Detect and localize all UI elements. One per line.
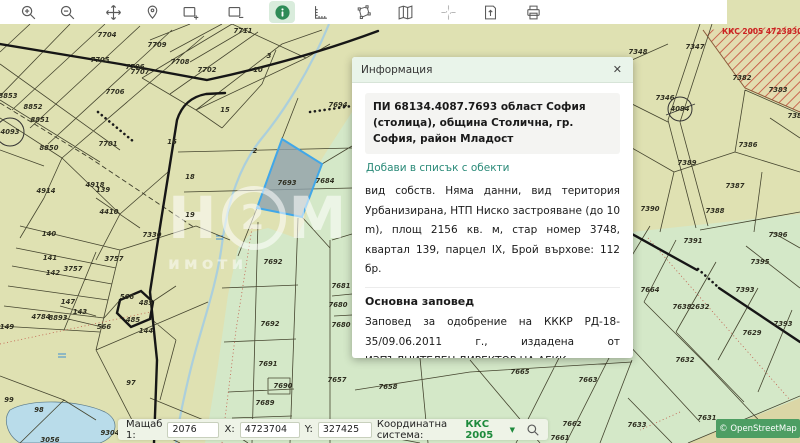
parcel-details: вид собств. Няма данни, вид територия Ур…: [365, 182, 620, 279]
order-text: Заповед за одобрение на КККР РД-18-35/09…: [365, 313, 620, 358]
map-layers-button[interactable]: [392, 1, 418, 23]
location-pin-icon: [144, 4, 161, 21]
info-panel: Информация ✕ ПИ 68134.4087.7693 област С…: [352, 57, 633, 358]
zoom-rect-in-icon: [182, 4, 199, 21]
info-button[interactable]: [269, 1, 295, 23]
coordinates-icon: [440, 4, 457, 21]
zoom-out-icon: [59, 4, 76, 21]
search-button[interactable]: [526, 423, 540, 437]
zoom-rect-in-button[interactable]: [177, 1, 203, 23]
info-icon: [274, 4, 291, 21]
measure-length-button[interactable]: [307, 1, 333, 23]
x-label: X:: [224, 424, 234, 435]
crs-label: Координатна система:: [377, 419, 460, 441]
measure-area-icon: [355, 4, 372, 21]
zoom-in-button[interactable]: [15, 1, 41, 23]
close-icon[interactable]: ✕: [611, 63, 624, 76]
measure-area-button[interactable]: [350, 1, 376, 23]
chevron-down-icon[interactable]: ▼: [510, 426, 515, 434]
info-panel-body: ПИ 68134.4087.7693 област София (столица…: [352, 83, 633, 358]
search-icon: [526, 423, 540, 437]
panel-title: Информация: [361, 64, 432, 76]
print-button[interactable]: [520, 1, 546, 23]
osm-attribution[interactable]: © OpenStreetMap: [716, 419, 800, 438]
pan-icon: [105, 4, 122, 21]
gis-app: H2ME2U имоти 770477117709770577067708770…: [0, 0, 800, 443]
print-icon: [525, 4, 542, 21]
grid-coordinate-label: ККС 2005 4723830: [722, 27, 800, 36]
export-button[interactable]: [477, 1, 503, 23]
zoom-in-icon: [20, 4, 37, 21]
x-input[interactable]: [240, 422, 300, 438]
info-panel-header: Информация ✕: [352, 57, 633, 83]
add-to-list-link[interactable]: Добави в списък с обекти: [366, 162, 510, 174]
pan-button[interactable]: [100, 1, 126, 23]
status-bar: Мащаб 1: X: Y: Координатна система: ККС …: [118, 419, 548, 440]
location-button[interactable]: [139, 1, 165, 23]
export-icon: [482, 4, 499, 21]
zoom-rect-out-button[interactable]: [222, 1, 248, 23]
zoom-rect-out-icon: [227, 4, 244, 21]
order-section: Основна заповед Заповед за одобрение на …: [365, 287, 620, 358]
order-section-title: Основна заповед: [365, 295, 620, 308]
scale-label: Мащаб 1:: [126, 419, 162, 441]
scale-input[interactable]: [167, 422, 219, 438]
y-input[interactable]: [318, 422, 372, 438]
coordinates-button[interactable]: [435, 1, 461, 23]
y-label: Y:: [305, 424, 313, 435]
toolbar: [0, 0, 727, 24]
parcel-heading: ПИ 68134.4087.7693 област София (столица…: [365, 93, 620, 154]
crs-value[interactable]: ККС 2005: [465, 419, 503, 441]
map-layers-icon: [397, 4, 414, 21]
zoom-out-button[interactable]: [54, 1, 80, 23]
measure-length-icon: [312, 4, 329, 21]
